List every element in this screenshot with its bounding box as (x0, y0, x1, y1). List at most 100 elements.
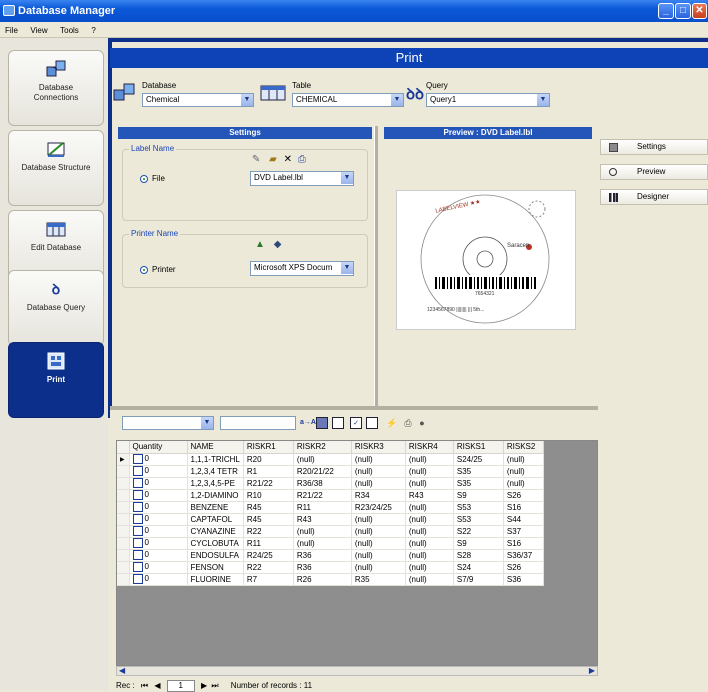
table-cell[interactable]: R43 (405, 489, 454, 502)
table-cell[interactable]: FLUORINE (187, 573, 244, 586)
row-checkbox[interactable] (132, 514, 143, 524)
blank-view-icon[interactable] (332, 417, 344, 429)
database-select[interactable]: Chemical ▼ (142, 93, 254, 107)
maximize-button[interactable]: □ (675, 3, 691, 19)
table-cell[interactable]: (null) (293, 525, 352, 538)
scroll-right-icon[interactable]: ▶ (589, 666, 595, 675)
column-header[interactable]: RISKR2 (293, 441, 352, 454)
table-cell[interactable]: 0 (129, 489, 188, 502)
lightning-icon[interactable]: ⚡ (386, 417, 398, 429)
table-cell[interactable]: 0 (129, 477, 188, 490)
row-checkbox[interactable] (132, 562, 143, 572)
vertical-splitter[interactable] (374, 126, 378, 408)
table-cell[interactable]: R11 (243, 537, 294, 550)
sidebar-item-database-structure[interactable]: Database Structure (8, 130, 104, 206)
table-cell[interactable]: 0 (129, 513, 188, 526)
table-cell[interactable]: S36/37 (503, 549, 544, 562)
table-row[interactable]: 0 CAPTAFOL R45 R43 (null) (null) S53 S44 (117, 513, 544, 526)
table-cell[interactable]: CYANAZINE (187, 525, 244, 538)
table-cell[interactable]: S53 (453, 501, 504, 514)
table-cell[interactable]: S36 (503, 573, 544, 586)
table-row[interactable]: ▶ 0 1,1,1-TRICHL R20 (null) (null) (null) S24/2… (117, 453, 544, 466)
table-cell[interactable]: (null) (405, 561, 454, 574)
row-checkbox[interactable] (132, 538, 143, 548)
printer-radio[interactable]: Printer (140, 265, 176, 274)
delete-icon[interactable]: ✕ (284, 154, 292, 165)
table-row[interactable]: 0 FLUORINE R7 R26 R35 (null) S7/9 S36 (117, 573, 544, 586)
table-cell[interactable]: S24/25 (453, 453, 504, 466)
table-row[interactable]: 0 1,2,3,4,5-PE R21/22 R36/38 (null) (null) S35… (117, 477, 544, 490)
table-cell[interactable]: R45 (243, 501, 294, 514)
table-row[interactable]: 0 BENZENE R45 R11 R23/24/25 (null) S53 S16 (117, 501, 544, 514)
printer-select[interactable]: Microsoft XPS Docum ▼ (250, 261, 354, 276)
label-file-select[interactable]: DVD Label.lbl ▼ (250, 171, 354, 186)
table-cell[interactable]: R11 (293, 501, 352, 514)
table-cell[interactable]: R36/38 (293, 477, 352, 490)
table-cell[interactable]: S22 (453, 525, 504, 538)
table-cell[interactable]: (null) (405, 537, 454, 550)
table-cell[interactable]: 0 (129, 537, 188, 550)
table-cell[interactable]: (null) (503, 477, 544, 490)
table-cell[interactable]: (null) (503, 465, 544, 478)
new-label-icon[interactable]: ✎ (252, 154, 260, 165)
printer-small-icon[interactable]: ⎙ (298, 154, 306, 165)
table-cell[interactable]: R36 (293, 561, 352, 574)
table-cell[interactable]: CAPTAFOL (187, 513, 244, 526)
table-cell[interactable]: R22 (243, 525, 294, 538)
table-cell[interactable]: S28 (453, 549, 504, 562)
table-cell[interactable]: R24/25 (243, 549, 294, 562)
table-row[interactable]: 0 1,2-DIAMINO R10 R21/22 R34 R43 S9 S26 (117, 489, 544, 502)
table-cell[interactable]: 1,2,3,4,5-PE (187, 477, 244, 490)
designer-button[interactable]: Designer (600, 189, 708, 205)
table-cell[interactable]: R36 (293, 549, 352, 562)
last-record-icon[interactable]: ⏭ (211, 681, 218, 690)
table-cell[interactable]: R21/22 (293, 489, 352, 502)
table-cell[interactable]: 1,2,3,4 TETR (187, 465, 244, 478)
table-cell[interactable]: S7/9 (453, 573, 504, 586)
field-select[interactable]: ▼ (122, 416, 214, 430)
sidebar-item-database-query[interactable]: ꝺ Database Query (8, 270, 104, 346)
table-cell[interactable]: S9 (453, 489, 504, 502)
table-cell[interactable]: R35 (351, 573, 406, 586)
current-record-field[interactable]: 1 (166, 680, 195, 692)
sidebar-item-database-connections[interactable]: Database Connections (8, 50, 104, 126)
table-cell[interactable]: (null) (351, 513, 406, 526)
sidebar-item-print[interactable]: Print (8, 342, 104, 418)
printer-properties-icon[interactable]: ◆ (274, 239, 282, 250)
table-cell[interactable]: (null) (351, 525, 406, 538)
table-cell[interactable]: (null) (405, 477, 454, 490)
table-cell[interactable]: S35 (453, 477, 504, 490)
help-icon[interactable]: ● (416, 417, 428, 429)
next-record-icon[interactable]: ▶ (201, 681, 207, 690)
row-checkbox[interactable] (132, 466, 143, 476)
column-header[interactable]: RISKR1 (243, 441, 294, 454)
table-cell[interactable]: R43 (293, 513, 352, 526)
table-cell[interactable]: 0 (129, 501, 188, 514)
printer-settings-icon[interactable]: ▲ (255, 239, 265, 250)
table-cell[interactable]: (null) (351, 465, 406, 478)
table-cell[interactable]: R26 (293, 573, 352, 586)
open-folder-icon[interactable]: ▰ (269, 154, 277, 165)
column-header[interactable]: RISKR3 (351, 441, 406, 454)
table-cell[interactable]: (null) (405, 501, 454, 514)
table-cell[interactable]: S26 (503, 489, 544, 502)
table-cell[interactable]: (null) (405, 465, 454, 478)
table-cell[interactable]: R20 (243, 453, 294, 466)
table-cell[interactable]: (null) (405, 453, 454, 466)
menu-file[interactable]: File (0, 23, 23, 39)
table-cell[interactable]: 0 (129, 465, 188, 478)
table-cell[interactable]: (null) (405, 573, 454, 586)
table-cell[interactable]: R7 (243, 573, 294, 586)
table-cell[interactable]: R1 (243, 465, 294, 478)
table-cell[interactable]: (null) (405, 549, 454, 562)
filter-input[interactable] (220, 416, 296, 430)
printer-radio-button[interactable] (140, 265, 148, 274)
first-record-icon[interactable]: ⏮ (141, 681, 148, 690)
table-cell[interactable]: (null) (405, 513, 454, 526)
query-select[interactable]: Query1 ▼ (426, 93, 550, 107)
settings-button[interactable]: Settings (600, 139, 708, 155)
table-cell[interactable]: 0 (129, 549, 188, 562)
table-cell[interactable]: R34 (351, 489, 406, 502)
row-checkbox[interactable] (132, 490, 143, 500)
table-row[interactable]: 0 CYCLOBUTA R11 (null) (null) (null) S9 S16 (117, 537, 544, 550)
